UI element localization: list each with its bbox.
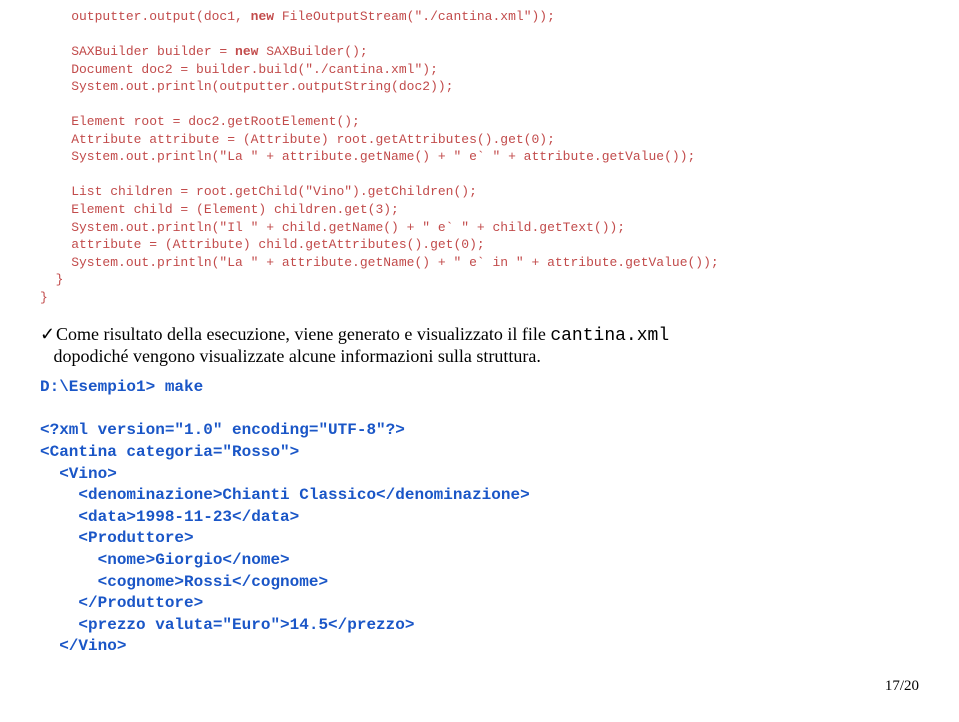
result-paragraph: ✓Come risultato della esecuzione, viene … [40, 324, 919, 367]
term-line: <data>1998-11-23</data> [40, 508, 299, 526]
para-text: Come risultato della esecuzione, viene g… [56, 324, 550, 344]
code-line: SAXBuilder builder = [40, 44, 235, 59]
page-number: 17/20 [40, 678, 919, 695]
term-line: </Vino> [40, 637, 126, 655]
code-line: Document doc2 = builder.build("./cantina… [40, 62, 438, 77]
term-line: <nome>Giorgio</nome> [40, 551, 290, 569]
code-line: System.out.println("La " + attribute.get… [40, 149, 695, 164]
keyword-new: new [251, 9, 274, 24]
term-line: <Vino> [40, 465, 117, 483]
code-line: Attribute attribute = (Attribute) root.g… [40, 132, 555, 147]
term-line: </Produttore> [40, 594, 203, 612]
term-line: D:\Esempio1> make [40, 378, 203, 396]
code-line: List children = root.getChild("Vino").ge… [40, 184, 477, 199]
term-line: <Cantina categoria="Rosso"> [40, 443, 299, 461]
para-text: dopodiché vengono visualizzate alcune in… [54, 346, 541, 366]
code-line: attribute = (Attribute) child.getAttribu… [40, 237, 485, 252]
code-line: } [40, 272, 63, 287]
term-line: <denominazione>Chianti Classico</denomin… [40, 486, 530, 504]
checkmark-icon: ✓ [40, 324, 56, 345]
java-code-block: outputter.output(doc1, new FileOutputStr… [40, 8, 919, 306]
term-line: <cognome>Rossi</cognome> [40, 573, 328, 591]
code-line: FileOutputStream("./cantina.xml")); [274, 9, 555, 24]
code-line: } [40, 290, 48, 305]
code-line: System.out.println("Il " + child.getName… [40, 220, 625, 235]
terminal-output: D:\Esempio1> make <?xml version="1.0" en… [40, 377, 919, 658]
term-line: <prezzo valuta="Euro">14.5</prezzo> [40, 616, 414, 634]
term-line: <Produttore> [40, 529, 194, 547]
code-line: Element child = (Element) children.get(3… [40, 202, 399, 217]
code-line: System.out.println(outputter.outputStrin… [40, 79, 453, 94]
code-line: SAXBuilder(); [258, 44, 367, 59]
term-line: <?xml version="1.0" encoding="UTF-8"?> [40, 421, 405, 439]
keyword-new: new [235, 44, 258, 59]
code-line: outputter.output(doc1, [40, 9, 251, 24]
code-line: Element root = doc2.getRootElement(); [40, 114, 360, 129]
code-line: System.out.println("La " + attribute.get… [40, 255, 719, 270]
file-name: cantina.xml [550, 326, 669, 346]
